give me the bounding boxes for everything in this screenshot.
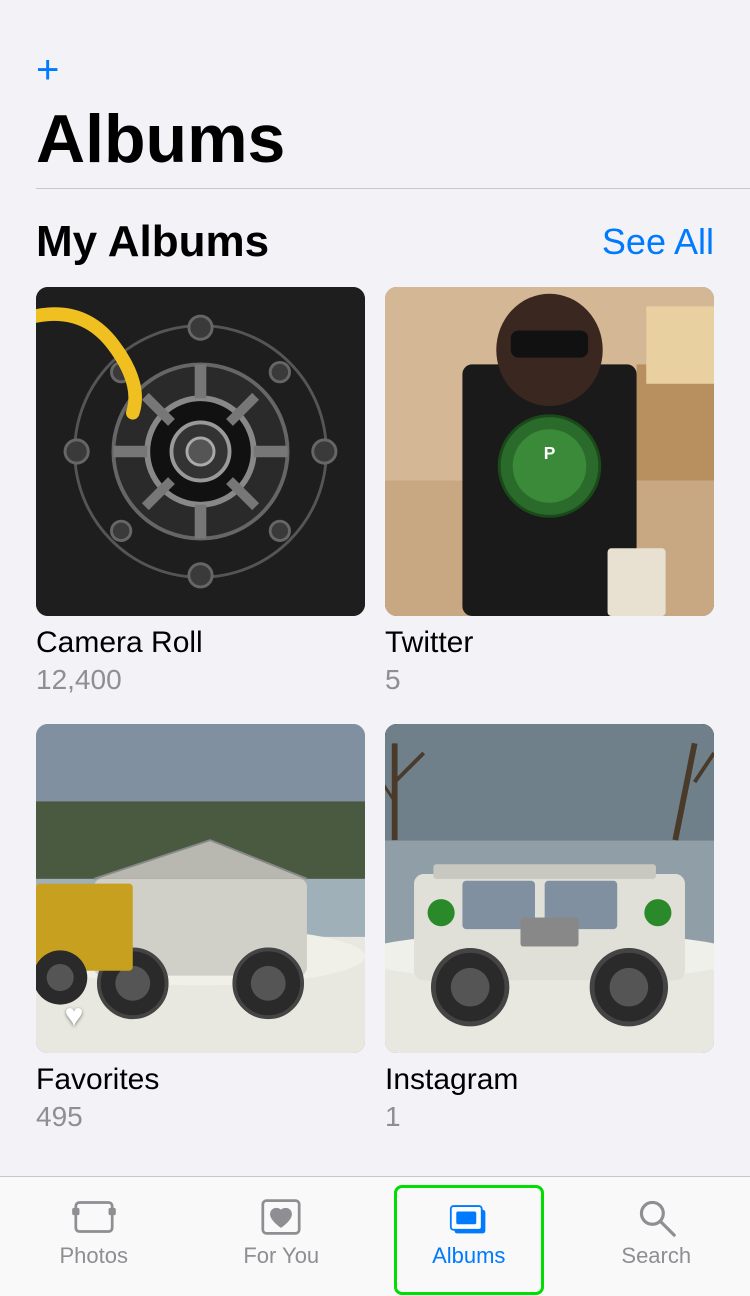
album-item-camera-roll[interactable]: Camera Roll 12,400 [36,287,365,696]
favorites-heart-icon: ♥ [52,993,96,1037]
album-count-twitter: 5 [385,664,714,696]
tab-for-you[interactable]: For You [188,1187,376,1269]
tab-bar: Photos For You Albums [0,1176,750,1296]
album-name-twitter: Twitter [385,626,714,660]
tab-search[interactable]: Search [563,1187,750,1269]
album-name-camera-roll: Camera Roll [36,626,365,660]
albums-row-2: ♥ Favorites 495 [0,724,750,1133]
tab-albums[interactable]: Albums [375,1187,563,1269]
search-icon [630,1195,682,1239]
album-count-camera-roll: 12,400 [36,664,365,696]
photos-icon [68,1195,120,1239]
albums-icon [443,1195,495,1239]
albums-row-1: Camera Roll 12,400 [0,287,750,696]
for-you-icon [255,1195,307,1239]
tab-photos[interactable]: Photos [0,1187,188,1269]
album-item-instagram[interactable]: Instagram 1 [385,724,714,1133]
my-albums-section-header: My Albums See All [0,189,750,287]
svg-text:P: P [544,443,556,463]
album-item-favorites[interactable]: ♥ Favorites 495 [36,724,365,1133]
my-albums-title: My Albums [36,217,269,267]
tab-search-label: Search [621,1243,691,1269]
album-count-instagram: 1 [385,1101,714,1133]
page-title: Albums [36,100,714,178]
album-name-favorites: Favorites [36,1063,365,1097]
tab-photos-label: Photos [60,1243,129,1269]
album-count-favorites: 495 [36,1101,365,1133]
album-name-instagram: Instagram [385,1063,714,1097]
tab-albums-label: Albums [432,1243,505,1269]
see-all-link[interactable]: See All [602,221,714,263]
tab-for-you-label: For You [243,1243,319,1269]
add-button[interactable]: + [36,50,59,90]
album-item-twitter[interactable]: P Twitter 5 [385,287,714,696]
header: + Albums [0,0,750,188]
